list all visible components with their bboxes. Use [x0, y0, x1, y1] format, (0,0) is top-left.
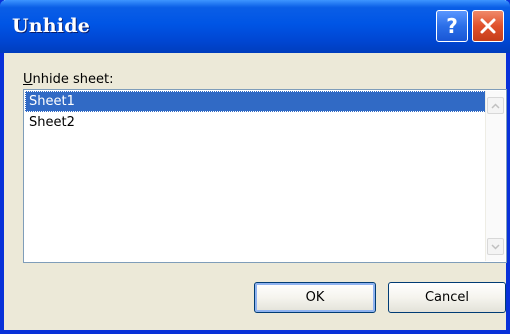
sheet-list: Sheet1 Sheet2: [25, 91, 486, 133]
scroll-up-button[interactable]: [487, 97, 504, 114]
sheet-listbox[interactable]: Sheet1 Sheet2: [23, 89, 507, 263]
help-icon: ?: [446, 14, 458, 38]
list-item-sheet1[interactable]: Sheet1: [25, 91, 486, 112]
chevron-up-icon: [491, 102, 500, 109]
label-text: nhide sheet:: [32, 72, 114, 87]
label-accelerator: U: [23, 72, 33, 87]
list-item-sheet2[interactable]: Sheet2: [25, 112, 486, 133]
unhide-sheet-label: Unhide sheet:: [23, 72, 113, 87]
close-button[interactable]: [472, 10, 504, 42]
close-icon: [480, 18, 496, 34]
ok-button[interactable]: OK: [254, 282, 376, 313]
scroll-track[interactable]: [486, 115, 505, 237]
unhide-dialog: Unhide ? Unhide sheet: Sheet1 Sheet2 OK …: [0, 0, 510, 334]
scroll-down-button[interactable]: [487, 238, 504, 255]
chevron-down-icon: [491, 243, 500, 250]
dialog-title: Unhide: [12, 15, 90, 37]
title-bar[interactable]: Unhide ?: [0, 0, 510, 53]
vertical-scrollbar[interactable]: [485, 91, 505, 261]
help-button[interactable]: ?: [436, 10, 468, 42]
cancel-button[interactable]: Cancel: [388, 282, 506, 313]
